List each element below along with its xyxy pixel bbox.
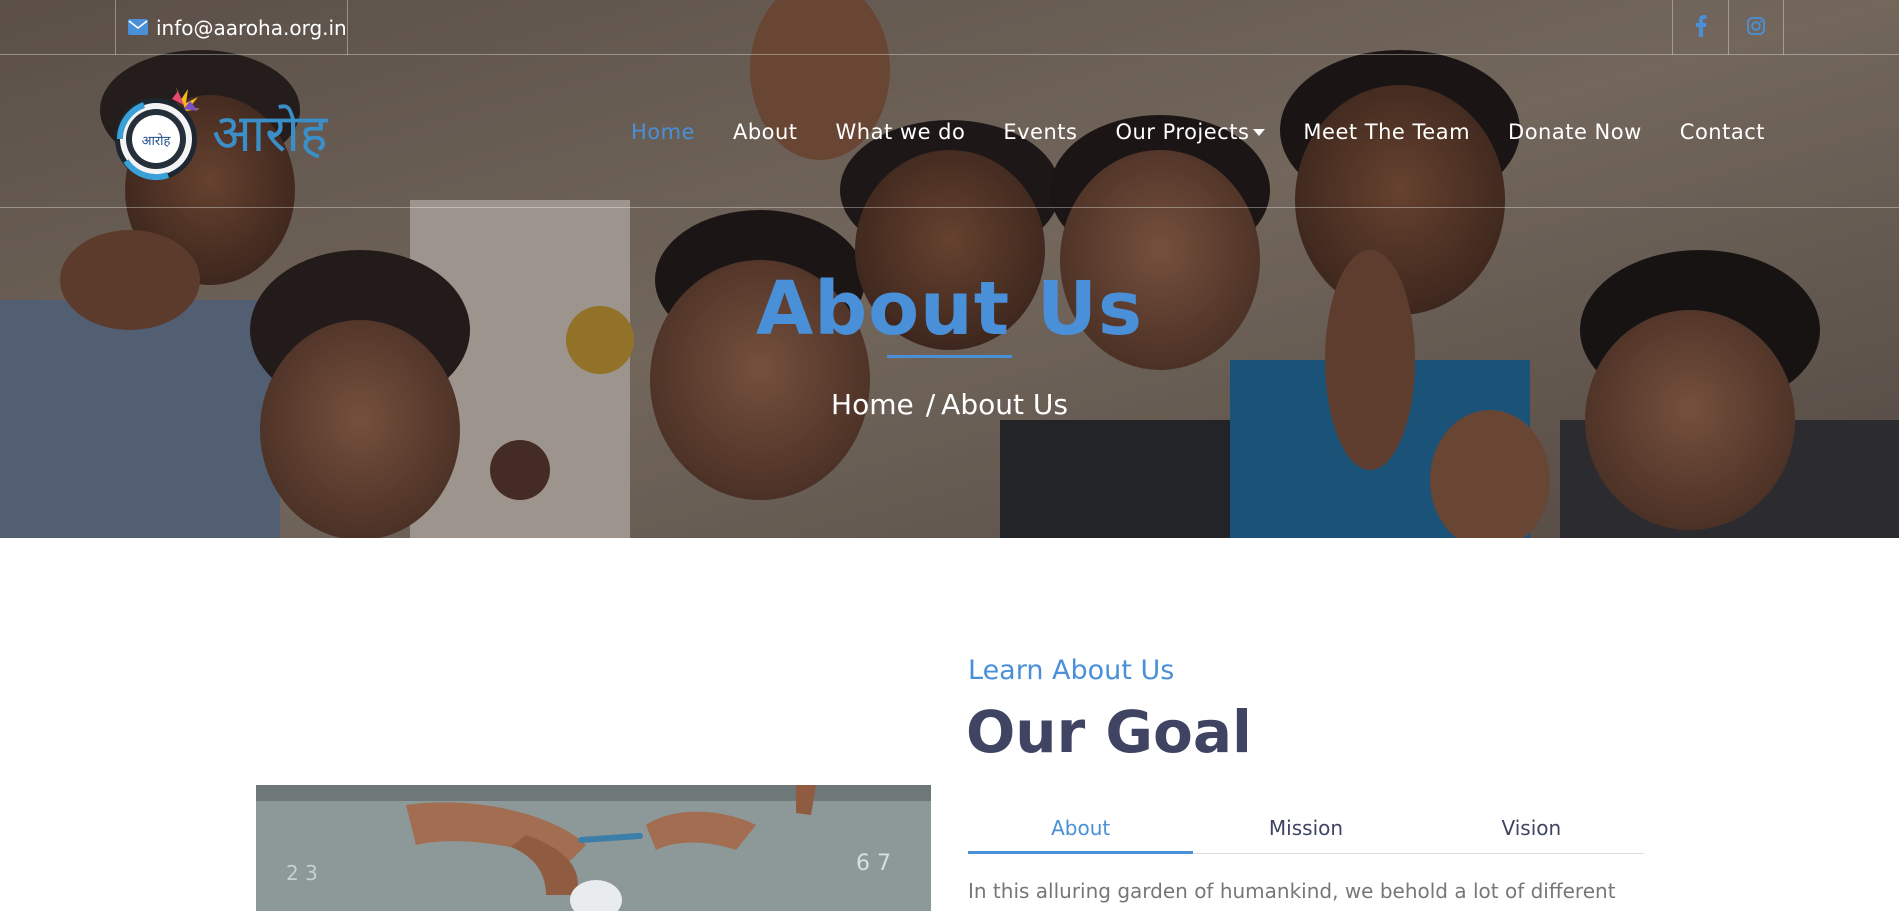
nav-what-we-do[interactable]: What we do xyxy=(836,120,966,144)
page-title: About Us xyxy=(755,266,1144,352)
nav-about[interactable]: About xyxy=(733,120,798,144)
logo-wordmark: आरोह xyxy=(212,104,329,164)
site-logo[interactable]: आरोह आरोह xyxy=(114,81,364,181)
breadcrumb-separator: / xyxy=(925,388,936,421)
facebook-link[interactable] xyxy=(1672,0,1728,55)
nav-our-projects[interactable]: Our Projects xyxy=(1115,119,1266,144)
nav-contact[interactable]: Contact xyxy=(1680,120,1765,144)
top-bar: info@aaroha.org.in xyxy=(0,0,1899,55)
nav-donate-now[interactable]: Donate Now xyxy=(1508,120,1642,144)
breadcrumb-current: About Us xyxy=(941,388,1068,421)
nav-events[interactable]: Events xyxy=(1003,120,1077,144)
hero-banner: info@aaroha.org.in आरोह आरोह Home About … xyxy=(0,0,1899,538)
about-photo: 6 7 2 3 xyxy=(256,785,931,911)
svg-text:2 3: 2 3 xyxy=(286,861,318,885)
logo-badge-text: आरोह xyxy=(142,133,172,149)
nav-meet-the-team[interactable]: Meet The Team xyxy=(1303,120,1470,144)
main-navbar: आरोह आरोह Home About What we do Events O… xyxy=(0,55,1899,208)
breadcrumb: Home / About Us xyxy=(0,388,1899,421)
section-eyebrow: Learn About Us xyxy=(968,655,1175,686)
tab-about[interactable]: About xyxy=(968,808,1194,854)
breadcrumb-home-link[interactable]: Home xyxy=(831,388,914,421)
nav-our-projects-label: Our Projects xyxy=(1115,119,1250,144)
nav-menu: Home About What we do Events Our Project… xyxy=(631,55,1765,208)
envelope-icon xyxy=(128,16,148,40)
email-link[interactable]: info@aaroha.org.in xyxy=(115,0,348,55)
tab-vision[interactable]: Vision xyxy=(1419,808,1644,853)
tab-mission[interactable]: Mission xyxy=(1193,808,1418,853)
nav-home[interactable]: Home xyxy=(631,120,695,144)
svg-text:6 7: 6 7 xyxy=(856,851,891,876)
about-tabs: About Mission Vision xyxy=(968,808,1644,854)
facebook-icon xyxy=(1695,14,1707,41)
caret-down-icon xyxy=(1253,129,1266,136)
instagram-icon xyxy=(1747,16,1765,39)
email-text: info@aaroha.org.in xyxy=(156,15,347,40)
about-paragraph: In this alluring garden of humankind, we… xyxy=(968,879,1616,903)
instagram-link[interactable] xyxy=(1728,0,1784,55)
title-underline xyxy=(887,355,1012,358)
section-heading: Our Goal xyxy=(966,698,1252,766)
